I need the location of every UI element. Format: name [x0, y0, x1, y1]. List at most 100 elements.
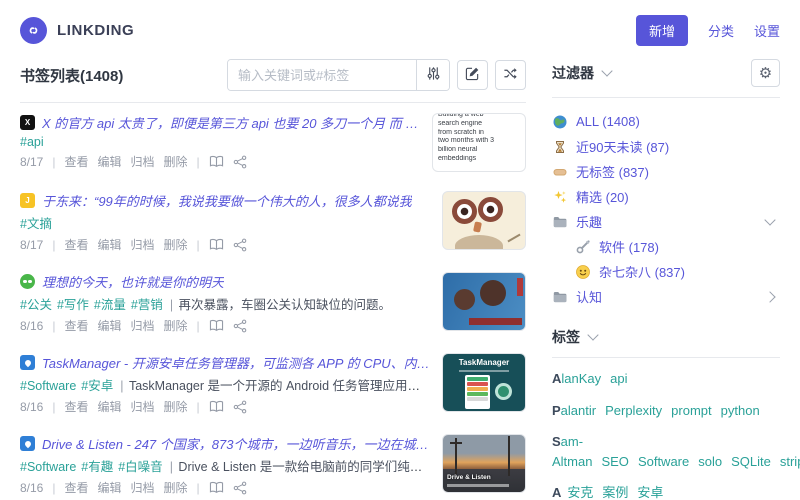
reader-mode-icon[interactable]	[209, 319, 224, 332]
filter-item-misc[interactable]: 杂七杂八 (837)	[552, 259, 780, 284]
brand[interactable]: LINKDING	[20, 17, 134, 44]
tags-title: 标签	[552, 329, 580, 345]
view-action[interactable]: 查看	[64, 236, 88, 253]
bookmark-thumbnail[interactable]: Drive & Listen	[442, 434, 526, 493]
tag-link[interactable]: 安卓	[637, 485, 663, 500]
bookmark-tag[interactable]: #流量	[94, 298, 126, 312]
remove-action[interactable]: 删除	[164, 398, 188, 415]
filter-item-unread-90d[interactable]: 近90天未读 (87)	[552, 134, 780, 159]
filters-header: 过滤器 ⚙	[552, 57, 780, 98]
bookmark-thumbnail[interactable]	[442, 272, 526, 331]
bookmark-date: 8/16	[20, 318, 44, 333]
bookmark-tag[interactable]: #有趣	[81, 460, 113, 474]
thumbnail-text: Drive & Listen	[447, 474, 491, 481]
edit-action[interactable]: 编辑	[98, 398, 122, 415]
filter-settings-button[interactable]: ⚙	[751, 59, 780, 87]
share-icon[interactable]	[233, 481, 247, 495]
tag-link[interactable]: Sam-Altman	[552, 434, 592, 469]
bookmark-title[interactable]: TaskManager - 开源安卓任务管理器，可监测各 APP 的 CPU、内…	[42, 353, 430, 372]
nav-categories[interactable]: 分类	[708, 21, 734, 40]
chevron-down-icon[interactable]	[601, 65, 613, 77]
filter-item-featured[interactable]: 精选 (20)	[552, 184, 780, 209]
share-icon[interactable]	[233, 400, 247, 414]
bookmark-title[interactable]: 于东来：“99年的时候，我说我要做一个伟大的人，很多人都说我	[42, 191, 412, 210]
reader-mode-icon[interactable]	[209, 481, 224, 494]
bulk-edit-button[interactable]	[457, 60, 488, 90]
chevron-right-icon[interactable]	[764, 290, 776, 303]
bookmark-tag[interactable]: #写作	[57, 298, 89, 312]
bookmark-title[interactable]: X 的官方 api 太贵了，即便是第三方 api 也要 20 多刀一个月 而 t…	[42, 113, 420, 132]
archive-action[interactable]: 归档	[131, 398, 155, 415]
view-action[interactable]: 查看	[64, 317, 88, 334]
tag-link[interactable]: python	[721, 403, 760, 418]
brand-name: LINKDING	[57, 22, 135, 39]
tag-link[interactable]: stripe	[780, 454, 800, 469]
tag-link[interactable]: solo	[698, 454, 722, 469]
tag-link[interactable]: Perplexity	[605, 403, 662, 418]
remove-action[interactable]: 删除	[164, 153, 188, 170]
edit-action[interactable]: 编辑	[98, 236, 122, 253]
filter-label: ALL (1408)	[576, 114, 640, 129]
bookmark-tag[interactable]: #公关	[20, 298, 52, 312]
filter-item-software[interactable]: 软件 (178)	[552, 234, 780, 259]
filter-item-fun[interactable]: 乐趣	[552, 209, 780, 234]
bookmark-tag[interactable]: #Software	[20, 379, 76, 393]
edit-action[interactable]: 编辑	[98, 153, 122, 170]
search-input[interactable]	[228, 60, 416, 90]
bookmark-thumbnail[interactable]	[442, 191, 526, 250]
filter-label: 精选 (20)	[576, 190, 629, 205]
tag-link[interactable]: 案例	[602, 485, 628, 500]
tag-link[interactable]: prompt	[671, 403, 711, 418]
bookmark-tag[interactable]: #营销	[131, 298, 163, 312]
bookmark-thumbnail[interactable]: TaskManager	[442, 353, 526, 412]
archive-action[interactable]: 归档	[131, 479, 155, 496]
thumbnail-text: Building a web	[438, 113, 484, 118]
reader-mode-icon[interactable]	[209, 155, 224, 168]
edit-action[interactable]: 编辑	[98, 317, 122, 334]
bookmark-tag[interactable]: #Software	[20, 460, 76, 474]
bookmark-tag[interactable]: #安卓	[81, 379, 113, 393]
bookmark-content: X X 的官方 api 太贵了，即便是第三方 api 也要 20 多刀一个月 而 …	[20, 113, 420, 170]
reader-mode-icon[interactable]	[209, 400, 224, 413]
share-icon[interactable]	[233, 238, 247, 252]
tag-link[interactable]: Palantir	[552, 403, 596, 418]
tag-desc-separator: |	[120, 379, 127, 393]
share-icon[interactable]	[233, 319, 247, 333]
remove-action[interactable]: 删除	[164, 236, 188, 253]
archive-action[interactable]: 归档	[131, 317, 155, 334]
bookmark-tag[interactable]: #api	[20, 135, 44, 149]
tag-link[interactable]: SEO	[601, 454, 628, 469]
nav-settings[interactable]: 设置	[754, 21, 780, 40]
share-icon[interactable]	[233, 155, 247, 169]
bookmark-title[interactable]: Drive & Listen - 247 个国家，873个城市，一边听音乐，一边…	[42, 434, 430, 453]
chevron-down-icon[interactable]	[764, 213, 776, 226]
view-action[interactable]: 查看	[64, 479, 88, 496]
filter-item-untagged[interactable]: 无标签 (837)	[552, 159, 780, 184]
view-action[interactable]: 查看	[64, 398, 88, 415]
shuffle-button[interactable]	[495, 60, 526, 90]
search-options-button[interactable]	[416, 60, 449, 90]
folder-icon	[552, 289, 568, 305]
tag-link[interactable]: 安克	[567, 485, 593, 500]
filter-label: 无标签 (837)	[576, 165, 649, 180]
remove-action[interactable]: 删除	[164, 317, 188, 334]
tag-link[interactable]: SQLite	[731, 454, 771, 469]
filter-item-all[interactable]: ALL (1408)	[552, 109, 780, 134]
tag-link[interactable]: api	[610, 371, 627, 386]
add-bookmark-button[interactable]: 新增	[635, 15, 688, 46]
bookmark-tag[interactable]: #白噪音	[118, 460, 162, 474]
edit-action[interactable]: 编辑	[98, 479, 122, 496]
remove-action[interactable]: 删除	[164, 479, 188, 496]
tag-desc-separator: |	[169, 298, 177, 312]
tag-link[interactable]: Software	[638, 454, 689, 469]
filter-item-cognition[interactable]: 认知	[552, 284, 780, 309]
chevron-down-icon[interactable]	[587, 329, 599, 341]
archive-action[interactable]: 归档	[131, 236, 155, 253]
view-action[interactable]: 查看	[64, 153, 88, 170]
bookmark-tag[interactable]: #文摘	[20, 217, 52, 231]
archive-action[interactable]: 归档	[131, 153, 155, 170]
tag-link[interactable]: AlanKay	[552, 371, 601, 386]
bookmark-thumbnail[interactable]: Building a web search engine from scratch …	[432, 113, 526, 172]
bookmark-title[interactable]: 理想的今天，也许就是你的明天	[42, 272, 224, 291]
reader-mode-icon[interactable]	[209, 238, 224, 251]
